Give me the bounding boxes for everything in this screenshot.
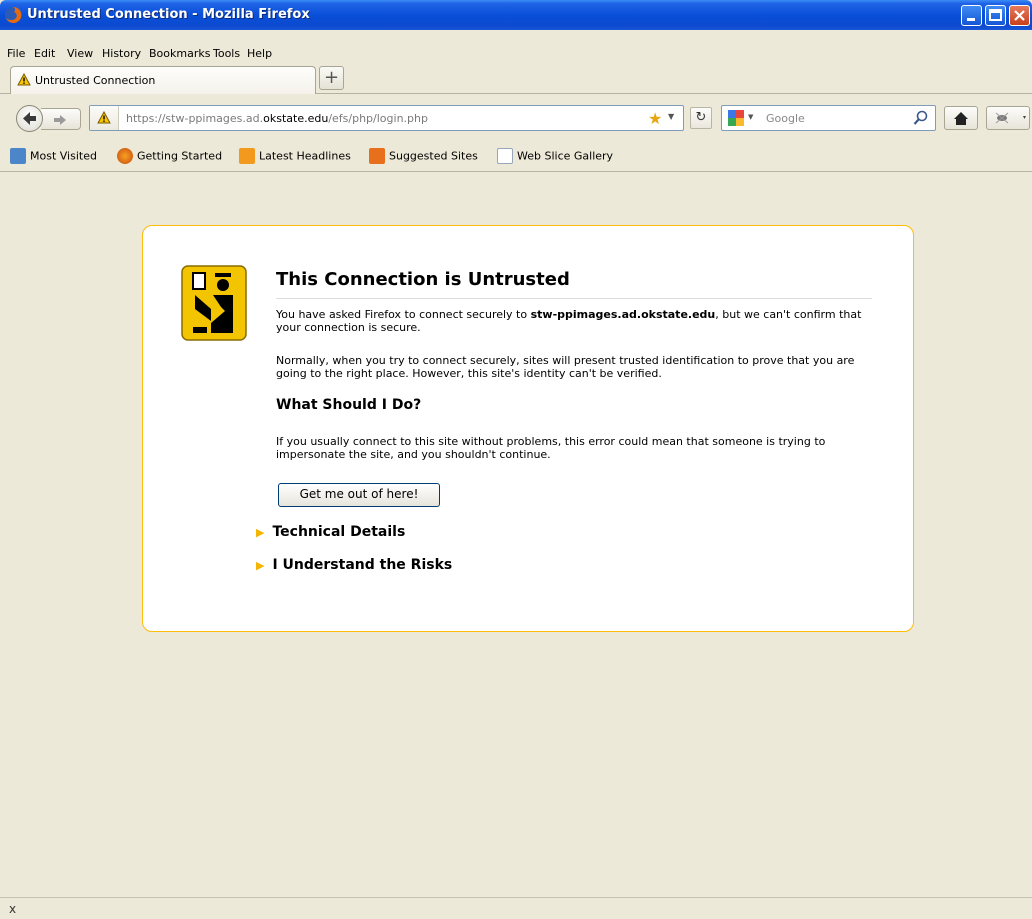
expand-triangle-icon: ▶ — [256, 526, 265, 539]
new-tab-button[interactable]: + — [319, 66, 344, 90]
menu-view[interactable]: View — [67, 47, 93, 60]
addon-toolbar-button[interactable] — [986, 106, 1030, 130]
minimize-button[interactable] — [961, 5, 982, 26]
forward-arrow-icon — [54, 115, 66, 125]
plus-icon: + — [323, 67, 340, 88]
close-window-button[interactable] — [1009, 5, 1030, 26]
tab-untrusted-connection[interactable]: Untrusted Connection — [10, 66, 316, 94]
page-content: This Connection is Untrusted You have as… — [0, 172, 1032, 897]
bookmark-latest-headlines[interactable]: Latest Headlines — [239, 148, 351, 166]
search-placeholder: Google — [766, 112, 805, 125]
reload-button[interactable]: ↻ — [690, 107, 712, 129]
tab-strip: Untrusted Connection + — [0, 63, 1032, 94]
rss-icon — [239, 148, 255, 164]
bookmark-most-visited[interactable]: Most Visited — [10, 148, 97, 166]
error-page-container: This Connection is Untrusted You have as… — [142, 225, 914, 632]
forward-button[interactable] — [41, 108, 81, 130]
technical-details-expander[interactable]: ▶ Technical Details — [256, 524, 405, 540]
warning-icon — [97, 111, 111, 124]
what-should-i-do-heading: What Should I Do? — [276, 397, 422, 413]
understand-risks-expander[interactable]: ▶ I Understand the Risks — [256, 557, 452, 573]
navigation-bar: https://stw-ppimages.ad.okstate.edu/efs/… — [0, 95, 1032, 142]
menu-edit[interactable]: Edit — [34, 47, 55, 60]
menu-bar: File Edit View History Bookmarks Tools H… — [0, 30, 1032, 63]
tab-label: Untrusted Connection — [35, 74, 156, 87]
url-history-dropdown-icon[interactable]: ▼ — [668, 112, 674, 121]
search-bar[interactable]: ▼ Google — [721, 105, 936, 131]
status-bar: x — [0, 897, 1032, 919]
firefox-icon — [117, 148, 133, 164]
error-paragraph-3: If you usually connect to this site with… — [276, 435, 826, 461]
error-paragraph-2: Normally, when you try to connect secure… — [276, 354, 855, 380]
maximize-button[interactable] — [985, 5, 1006, 26]
warning-icon — [17, 73, 31, 86]
bookmark-getting-started[interactable]: Getting Started — [117, 148, 222, 166]
google-engine-icon[interactable] — [728, 110, 744, 126]
close-icon — [1014, 10, 1025, 21]
home-button[interactable] — [944, 106, 978, 130]
reload-icon: ↻ — [695, 110, 707, 125]
suggested-sites-icon — [369, 148, 385, 164]
bookmark-web-slice-gallery[interactable]: Web Slice Gallery — [497, 148, 613, 166]
minimize-icon — [967, 18, 975, 21]
menu-tools[interactable]: Tools — [213, 47, 240, 60]
menu-bookmarks[interactable]: Bookmarks — [149, 47, 210, 60]
menu-help[interactable]: Help — [247, 47, 272, 60]
url-bar[interactable]: https://stw-ppimages.ad.okstate.edu/efs/… — [89, 105, 684, 131]
error-hostname: stw-ppimages.ad.okstate.edu — [530, 308, 716, 321]
firefox-icon — [5, 6, 22, 23]
window-title: Untrusted Connection - Mozilla Firefox — [27, 7, 310, 22]
error-title: This Connection is Untrusted — [276, 269, 872, 299]
bookmark-suggested-sites[interactable]: Suggested Sites — [369, 148, 478, 166]
back-arrow-icon — [23, 112, 36, 125]
addon-bug-icon — [995, 112, 1026, 124]
search-engine-dropdown-icon[interactable]: ▼ — [748, 113, 753, 121]
bookmark-star-icon[interactable]: ★ — [648, 109, 662, 128]
menu-history[interactable]: History — [102, 47, 141, 60]
site-identity-button[interactable] — [90, 106, 119, 130]
expand-triangle-icon: ▶ — [256, 559, 265, 572]
maximize-icon — [989, 9, 1002, 21]
menu-file[interactable]: File — [7, 47, 25, 60]
window-titlebar[interactable]: Untrusted Connection - Mozilla Firefox — [0, 0, 1032, 30]
search-icon[interactable] — [913, 110, 929, 126]
bookmarks-toolbar: Most Visited Getting Started Latest Head… — [0, 142, 1032, 172]
url-text: https://stw-ppimages.ad.okstate.edu/efs/… — [126, 112, 428, 125]
get-me-out-button[interactable]: Get me out of here! — [278, 483, 440, 507]
most-visited-icon — [10, 148, 26, 164]
untrusted-certificate-icon — [181, 265, 247, 341]
error-paragraph-1: You have asked Firefox to connect secure… — [276, 308, 862, 334]
home-icon — [954, 112, 968, 125]
close-statusbar-icon[interactable]: x — [9, 902, 16, 916]
page-icon — [497, 148, 513, 164]
back-button[interactable] — [16, 105, 43, 132]
